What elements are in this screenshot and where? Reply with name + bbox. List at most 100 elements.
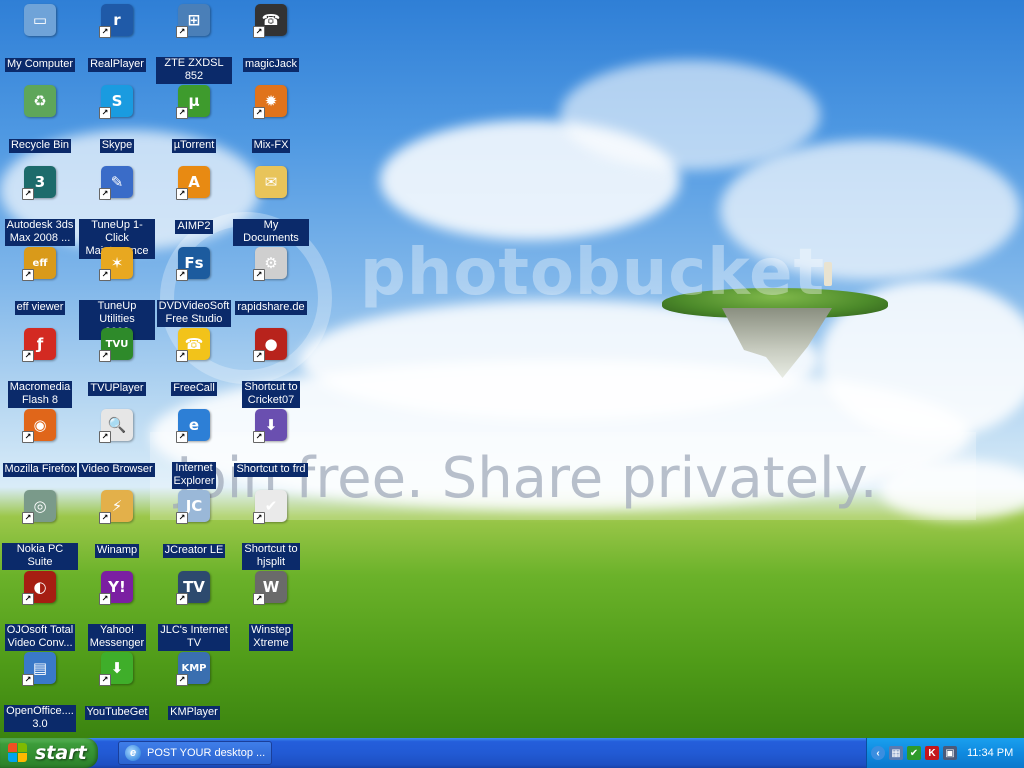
desktop-icon[interactable]: ƒ ↗ Macromedia Flash 8	[2, 328, 78, 408]
shortcut-arrow-icon: ↗	[176, 107, 188, 119]
desktop-icon-label: JLC's Internet TV	[158, 624, 230, 651]
desktop-icon[interactable]: ♻ Recycle Bin	[2, 85, 78, 153]
system-tray: ‹ ▦ ✔ K ▣ 11:34 PM	[866, 738, 1024, 768]
desktop-icon-label: Shortcut to hjsplit	[242, 543, 300, 570]
shortcut-arrow-icon: ↗	[176, 188, 188, 200]
desktop-icon[interactable]: ◎ ↗ Nokia PC Suite	[2, 490, 78, 570]
internet-explorer-icon: e ↗	[176, 409, 210, 443]
shortcut-arrow-icon: ↗	[253, 26, 265, 38]
desktop-icon-label: RealPlayer	[88, 58, 146, 72]
desktop-icon[interactable]: W ↗ Winstep Xtreme	[233, 571, 309, 651]
tuneup-icon: ✎ ↗	[99, 166, 133, 200]
shortcut-arrow-icon: ↗	[22, 269, 34, 281]
recycle-bin-icon: ♻	[24, 85, 56, 117]
desktop-icon[interactable]: ⚙ ↗ rapidshare.de	[233, 247, 309, 315]
desktop-icon[interactable]: r ↗ RealPlayer	[79, 4, 155, 72]
tray-shield-icon[interactable]: ✔	[907, 746, 921, 760]
nokia-pc-suite-icon: ◎ ↗	[22, 490, 56, 524]
shortcut-arrow-icon: ↗	[176, 431, 188, 443]
desktop-icon[interactable]: ✶↗TuneUp Utilities 2008	[79, 247, 155, 340]
dvdvideosoft-icon: Fs ↗	[176, 247, 210, 281]
desktop-icon[interactable]: ✎↗TuneUp 1-Click Maintenance	[79, 166, 155, 259]
desktop-icon-label: Mozilla Firefox	[2, 463, 78, 477]
desktop-icon-label: Winstep Xtreme	[249, 624, 293, 651]
shortcut-arrow-icon: ↗	[99, 593, 111, 605]
desktop-icon[interactable]: TV ↗ JLC's Internet TV	[156, 571, 232, 651]
winstep-xtreme-icon: W ↗	[253, 571, 287, 605]
desktop-icon-label: DVDVideoSoft Free Studio	[156, 300, 232, 327]
firefox-icon: ◉ ↗	[22, 409, 56, 443]
desktop-icon[interactable]: ⬇ ↗ Shortcut to frd	[233, 409, 309, 477]
clock[interactable]: 11:34 PM	[967, 747, 1013, 759]
tray-kaspersky-icon[interactable]: K	[925, 746, 939, 760]
desktop-icon[interactable]: eff ↗ eff viewer	[2, 247, 78, 315]
desktop-icon[interactable]: ⊞ ↗ ZTE ZXDSL 852	[156, 4, 232, 84]
shortcut-arrow-icon: ↗	[253, 431, 265, 443]
desktop-icon[interactable]: µ ↗ µTorrent	[156, 85, 232, 153]
desktop-icon[interactable]: ⬇ ↗ YouTubeGet	[79, 652, 155, 720]
desktop-icon[interactable]: ◐ ↗ OJOsoft Total Video Conv...	[2, 571, 78, 651]
flash-icon: ƒ ↗	[22, 328, 56, 362]
desktop-icon-label: KMPlayer	[168, 706, 220, 720]
my-computer-icon: ▭	[24, 4, 56, 36]
start-button[interactable]: start	[0, 738, 98, 768]
shortcut-arrow-icon: ↗	[176, 269, 188, 281]
desktop-icon-label: OpenOffice.... 3.0	[4, 705, 76, 732]
shortcut-arrow-icon: ↗	[253, 350, 265, 362]
tray-arrow-icon[interactable]: ‹	[871, 746, 885, 760]
desktop-icon[interactable]: ✉ My Documents	[233, 166, 309, 246]
desktop-icon[interactable]: TVU ↗ TVUPlayer	[79, 328, 155, 396]
desktop-icon[interactable]: e ↗ Internet Explorer	[156, 409, 232, 489]
shortcut-arrow-icon: ↗	[99, 431, 111, 443]
ojosoft-icon: ◐ ↗	[22, 571, 56, 605]
desktop-icon[interactable]: A ↗ AIMP2	[156, 166, 232, 234]
shortcut-arrow-icon: ↗	[176, 674, 188, 686]
desktop-icon-label: Video Browser	[79, 463, 155, 477]
desktop-icon[interactable]: 3 ↗ Autodesk 3ds Max 2008 ...	[2, 166, 78, 246]
shortcut-arrow-icon: ↗	[253, 269, 265, 281]
shortcut-arrow-icon: ↗	[99, 350, 111, 362]
shortcut-arrow-icon: ↗	[22, 674, 34, 686]
desktop-icon-label: Nokia PC Suite	[2, 543, 78, 570]
shortcut-arrow-icon: ↗	[99, 188, 111, 200]
desktop-icon[interactable]: ▭ My Computer	[2, 4, 78, 72]
desktop-icon[interactable]: JC ↗ JCreator LE	[156, 490, 232, 558]
taskbar-window-button[interactable]: e POST YOUR desktop ...	[118, 741, 272, 765]
taskbar-window-title: POST YOUR desktop ...	[147, 747, 266, 759]
tray-network-icon[interactable]: ▦	[889, 746, 903, 760]
desktop-icon[interactable]: ● ↗ Shortcut to Cricket07	[233, 328, 309, 408]
shortcut-arrow-icon: ↗	[22, 512, 34, 524]
desktop-icon-label: Winamp	[94, 544, 140, 558]
shortcut-arrow-icon: ↗	[99, 26, 111, 38]
shortcut-arrow-icon: ↗	[22, 188, 34, 200]
hjsplit-icon: ✔ ↗	[253, 490, 287, 524]
windows-logo-icon	[8, 743, 28, 763]
desktop-icon[interactable]: ✹ ↗ Mix-FX	[233, 85, 309, 153]
shortcut-arrow-icon: ↗	[253, 512, 265, 524]
desktop-icon-label: My Documents	[233, 219, 309, 246]
desktop-icon[interactable]: ☎ ↗ FreeCall	[156, 328, 232, 396]
desktop-icon[interactable]: S ↗ Skype	[79, 85, 155, 153]
desktop-icon[interactable]: Y! ↗ Yahoo! Messenger	[79, 571, 155, 651]
jlc-internet-tv-icon: TV ↗	[176, 571, 210, 605]
desktop-icon[interactable]: ⚡ ↗ Winamp	[79, 490, 155, 558]
shortcut-arrow-icon: ↗	[22, 593, 34, 605]
desktop-icon[interactable]: ✔ ↗ Shortcut to hjsplit	[233, 490, 309, 570]
desktop-icon[interactable]: ☎ ↗ magicJack	[233, 4, 309, 72]
shortcut-arrow-icon: ↗	[176, 593, 188, 605]
taskbar: start e POST YOUR desktop ... ‹ ▦ ✔ K ▣ 11:3…	[0, 738, 1024, 768]
desktop-icon-label: Shortcut to frd	[234, 463, 308, 477]
desktop-icon[interactable]: KMP ↗ KMPlayer	[156, 652, 232, 720]
freecall-icon: ☎ ↗	[176, 328, 210, 362]
desktop-icon[interactable]: Fs ↗ DVDVideoSoft Free Studio	[156, 247, 232, 327]
tray-monitor-icon[interactable]: ▣	[943, 746, 957, 760]
3ds-max-icon: 3 ↗	[22, 166, 56, 200]
desktop-icon-label: My Computer	[4, 58, 76, 72]
frd-icon: ⬇ ↗	[253, 409, 287, 443]
desktop-icon[interactable]: ◉ ↗ Mozilla Firefox	[2, 409, 78, 477]
desktop-icon[interactable]: ▤ ↗ OpenOffice.... 3.0	[2, 652, 78, 732]
shortcut-arrow-icon: ↗	[253, 593, 265, 605]
desktop-icon[interactable]: 🔍 ↗ Video Browser	[79, 409, 155, 477]
cricket07-icon: ● ↗	[253, 328, 287, 362]
yahoo-messenger-icon: Y! ↗	[99, 571, 133, 605]
